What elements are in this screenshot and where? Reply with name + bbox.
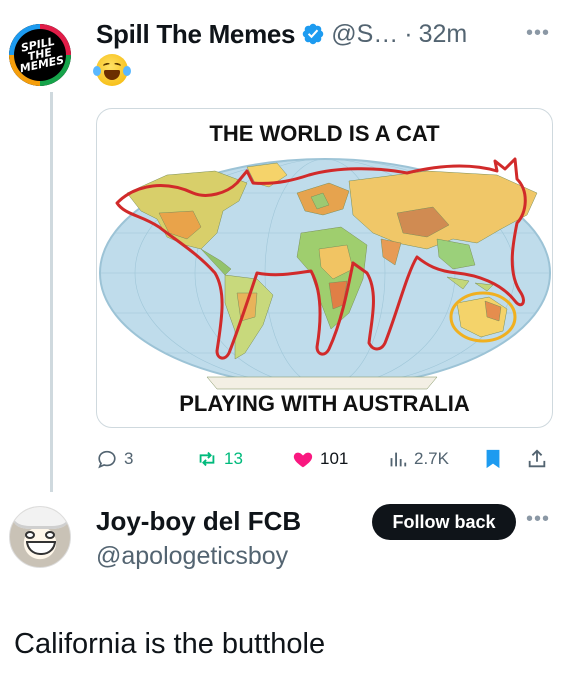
bookmark-button[interactable] (482, 444, 504, 474)
follow-back-button[interactable]: Follow back (372, 504, 516, 540)
reply-text: California is the butthole (14, 628, 326, 660)
like-button[interactable]: 101 (292, 444, 348, 474)
reply-author-avatar[interactable] (9, 506, 71, 568)
author-name[interactable]: Spill The Memes (96, 19, 296, 50)
analytics-icon (390, 452, 407, 467)
meme-bottom-caption: PLAYING WITH AUSTRALIA (179, 391, 470, 416)
author-handle[interactable]: @S… (331, 20, 398, 49)
reply-count: 3 (124, 449, 134, 468)
reply-icon (98, 450, 116, 469)
repost-button[interactable]: 13 (196, 444, 243, 474)
reply-button[interactable]: 3 (96, 444, 133, 474)
tweet-actions: 3 13 101 2.7K (96, 444, 556, 474)
bookmark-icon (486, 449, 500, 469)
heart-icon (293, 452, 313, 468)
share-button[interactable] (526, 444, 548, 474)
repost-icon (199, 451, 215, 467)
dot-separator: · (404, 19, 413, 48)
thread-connector-line (50, 92, 53, 492)
repost-count: 13 (224, 449, 243, 468)
tweet-time[interactable]: 32m (419, 20, 468, 49)
reply-more-options-icon[interactable]: ••• (526, 508, 550, 531)
author-avatar[interactable]: SPILL THE MEMES (9, 24, 71, 86)
world-map-image (99, 157, 551, 390)
tweet-media[interactable]: THE WORLD IS A CAT PLAYING WITH AUSTRALI… (96, 108, 553, 428)
tweet-text (93, 54, 131, 91)
like-count: 101 (320, 449, 349, 468)
face-with-tears-of-joy-icon (93, 54, 131, 86)
more-options-icon[interactable]: ••• (526, 22, 550, 45)
reply-author-name[interactable]: Joy-boy del FCB (96, 506, 301, 537)
tweet-header: Spill The Memes @S… · 32m (96, 16, 467, 52)
verified-badge-icon (302, 23, 324, 45)
view-count: 2.7K (414, 449, 449, 468)
share-icon (528, 449, 546, 468)
views-button[interactable]: 2.7K (386, 444, 449, 474)
meme-top-caption: THE WORLD IS A CAT (209, 121, 440, 146)
reply-author-handle[interactable]: @apologeticsboy (96, 542, 288, 571)
